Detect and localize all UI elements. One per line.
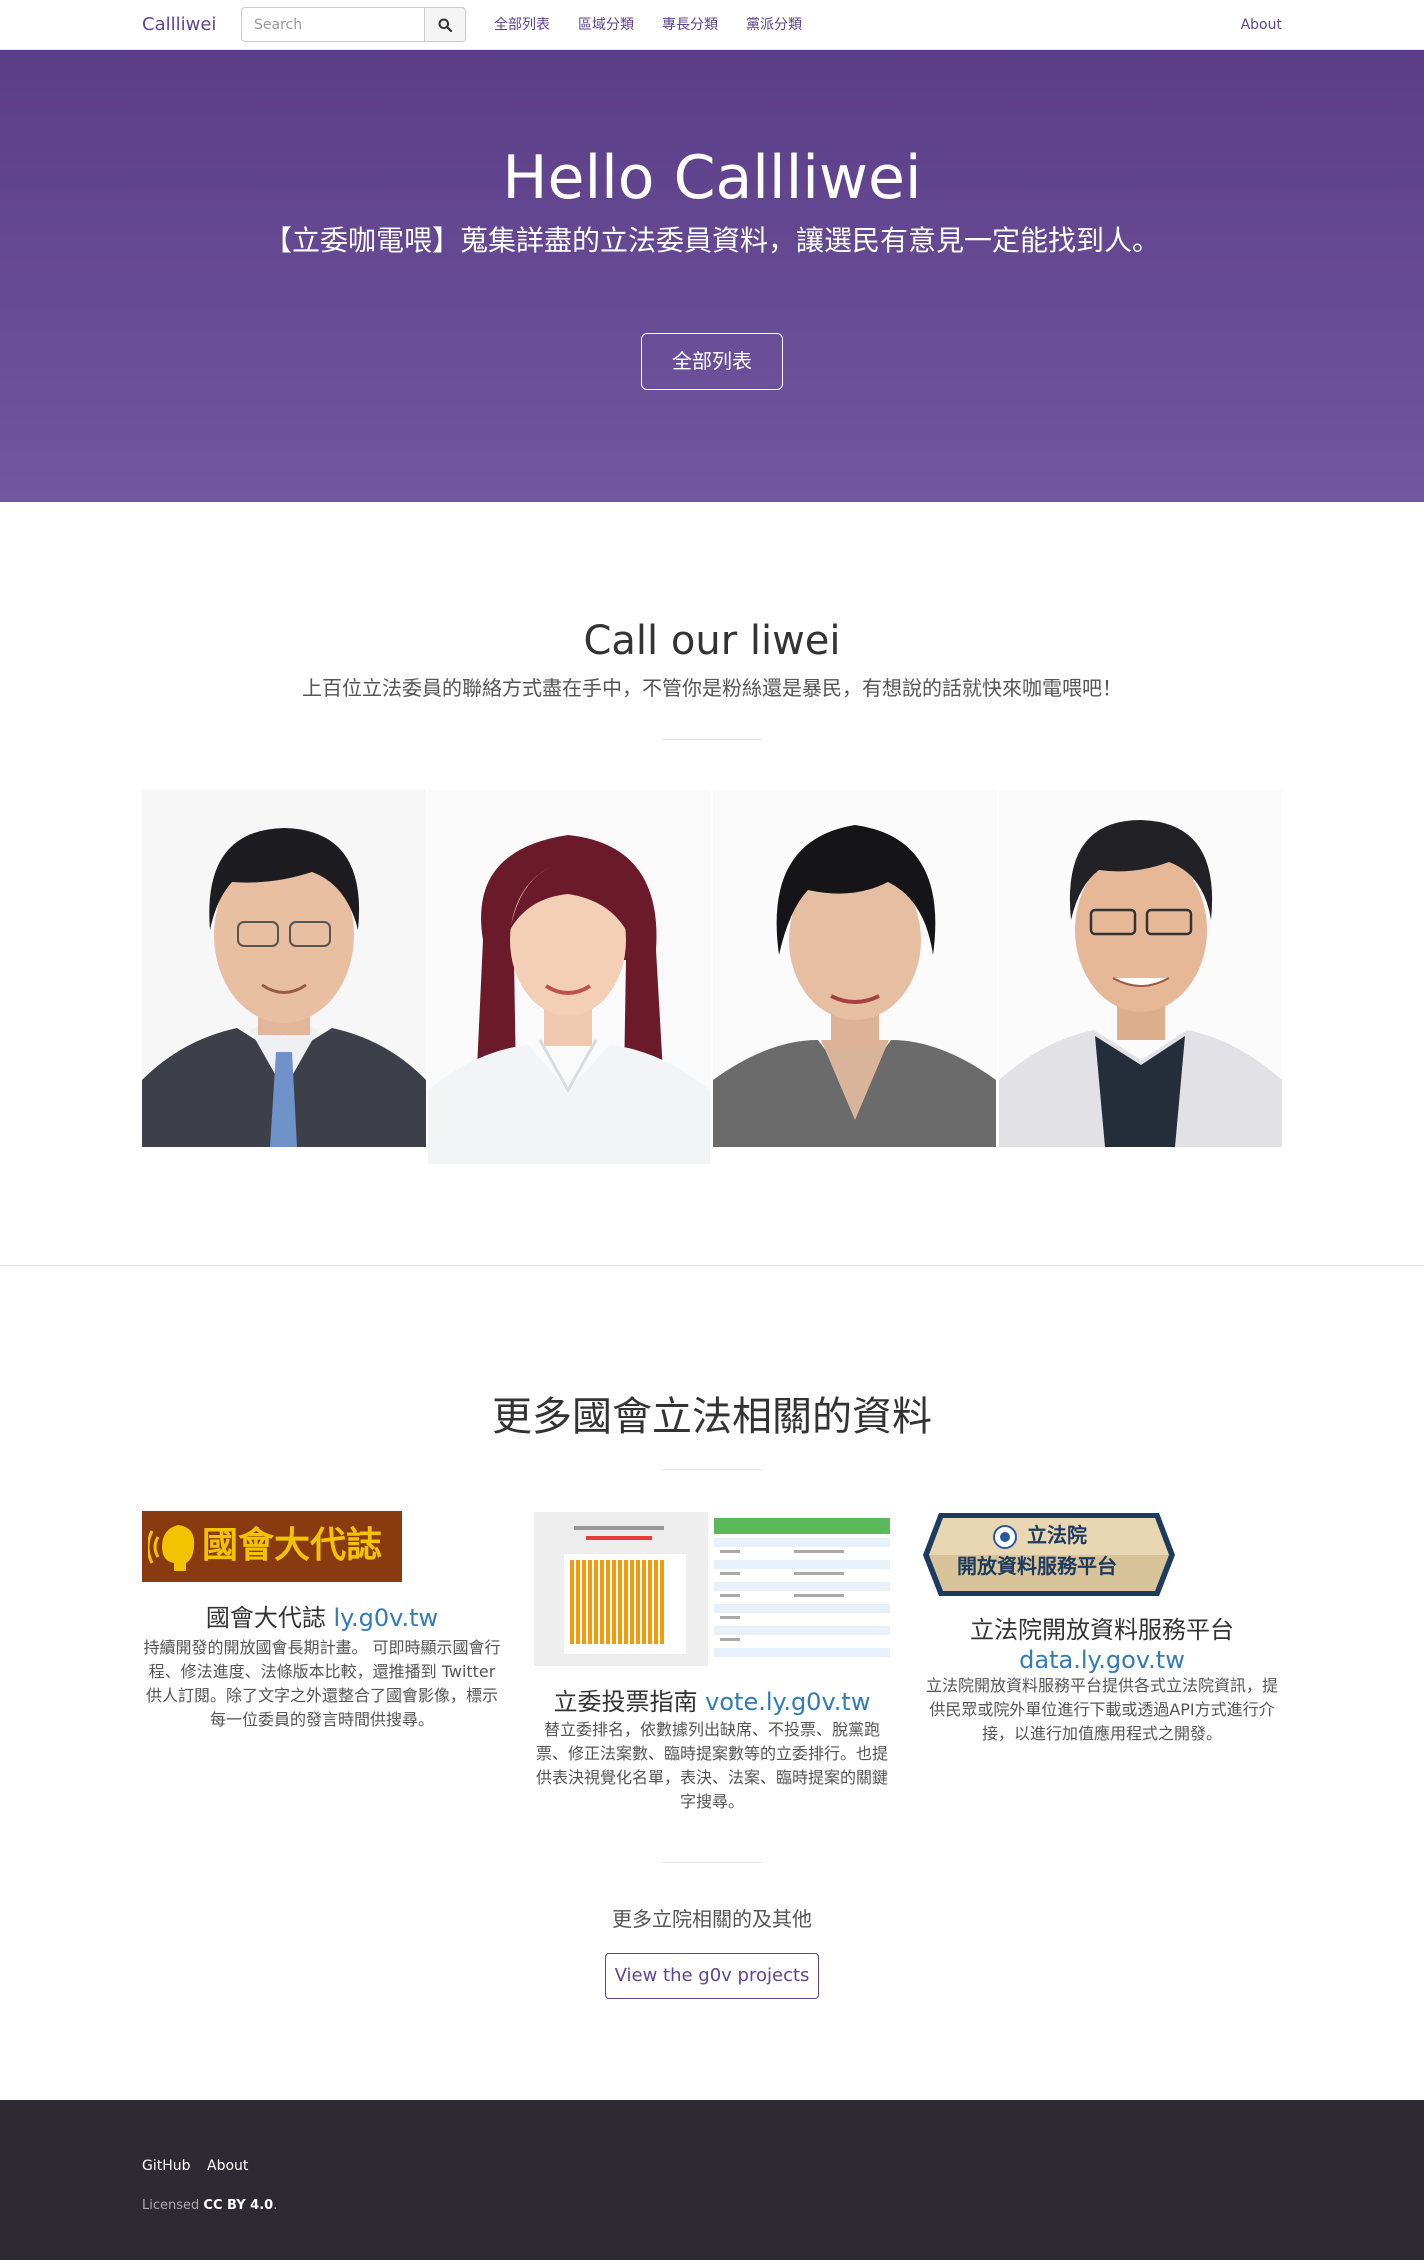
vote-ly-name: 立委投票指南 [553,1688,706,1716]
vote-ly-title: 立委投票指南 vote.ly.g0v.tw [534,1682,890,1717]
ly-g0v-logo-text: 國會大代誌 [202,1525,383,1566]
legislator-photo[interactable] [142,790,426,1147]
all-list-button[interactable]: 全部列表 [641,333,783,390]
legislator-photo[interactable] [713,790,996,1147]
search-form [241,7,466,42]
liwei-section-title: Call our liwei [583,618,841,664]
legislator-photo[interactable] [999,790,1282,1147]
vote-ly-screenshot[interactable] [534,1512,890,1666]
ly-g0v-link[interactable]: ly.g0v.tw [334,1604,439,1632]
search-input[interactable] [241,7,425,42]
license-suffix: . [273,2198,278,2213]
data-ly-link[interactable]: data.ly.gov.tw [1019,1646,1185,1674]
ly-g0v-title: 國會大代誌 ly.g0v.tw [142,1598,502,1633]
data-ly-description: 立法院開放資料服務平台提供各式立法院資訊，提供民眾或院外單位進行下載或透過API… [925,1676,1278,1743]
hero-title: Hello Callliwei [502,143,922,213]
nav-by-party[interactable]: 黨派分類 [732,0,816,50]
license-text: Licensed CC BY 4.0. [142,2198,277,2213]
nav-menu: 全部列表 區域分類 專長分類 黨派分類 [480,0,816,50]
search-icon [438,18,452,32]
data-ly-logo-line1: 立法院 [1027,1523,1087,1547]
search-button[interactable] [425,7,466,42]
legislator-photo[interactable] [428,790,710,1164]
more-projects-label: 更多立院相關的及其他 [612,1907,812,1931]
vote-ly-link[interactable]: vote.ly.g0v.tw [705,1688,870,1716]
section-divider [662,1862,762,1863]
footer-about-link[interactable]: About [207,2158,248,2174]
emblem-icon [993,1525,1017,1549]
data-ly-title: 立法院開放資料服務平台 data.ly.gov.tw [921,1615,1283,1675]
hero-banner: Hello Callliwei 【立委咖電喂】蒐集詳盡的立法委員資料，讓選民有意… [0,50,1424,502]
ly-g0v-logo[interactable]: 國會大代誌 [142,1511,402,1582]
footer: GitHub About Licensed CC BY 4.0. [0,2100,1424,2260]
vote-ly-description: 替立委排名，依數據列出缺席、不投票、脫黨跑票、修正法案數、臨時提案數等的立委排行… [535,1720,888,1811]
nav-all-list[interactable]: 全部列表 [480,0,564,50]
ly-g0v-name: 國會大代誌 [205,1604,334,1632]
data-ly-logo-line2: 開放資料服務平台 [957,1554,1117,1578]
section-divider [662,1469,762,1470]
ly-g0v-description: 持續開發的開放國會長期計畫。 可即時顯示國會行程、修法進度、法條版本比較，還推播… [143,1638,501,1729]
section-separator [0,1265,1424,1266]
section-divider [662,739,762,740]
nav-by-region[interactable]: 區域分類 [564,0,648,50]
footer-github-link[interactable]: GitHub [142,2158,191,2174]
resources-section-title: 更多國會立法相關的資料 [492,1394,932,1440]
nav-about-link[interactable]: About [1241,0,1282,50]
view-g0v-projects-button[interactable]: View the g0v projects [605,1953,819,1999]
brand-link[interactable]: Callliwei [142,14,216,35]
data-ly-name: 立法院開放資料服務平台 [970,1616,1234,1644]
nav-by-expertise[interactable]: 專長分類 [648,0,732,50]
speaking-head-icon [148,1525,195,1571]
license-prefix: Licensed [142,2198,204,2213]
liwei-section-subtitle: 上百位立法委員的聯絡方式盡在手中，不管你是粉絲還是暴民，有想說的話就快來咖電喂吧… [302,676,1122,700]
data-ly-logo[interactable]: 立法院 開放資料服務平台 [921,1509,1177,1600]
navbar: Callliwei 全部列表 區域分類 專長分類 黨派分類 About [0,0,1424,50]
hero-subtitle: 【立委咖電喂】蒐集詳盡的立法委員資料，讓選民有意見一定能找到人。 [263,224,1160,257]
license-link[interactable]: CC BY 4.0 [203,2198,273,2213]
